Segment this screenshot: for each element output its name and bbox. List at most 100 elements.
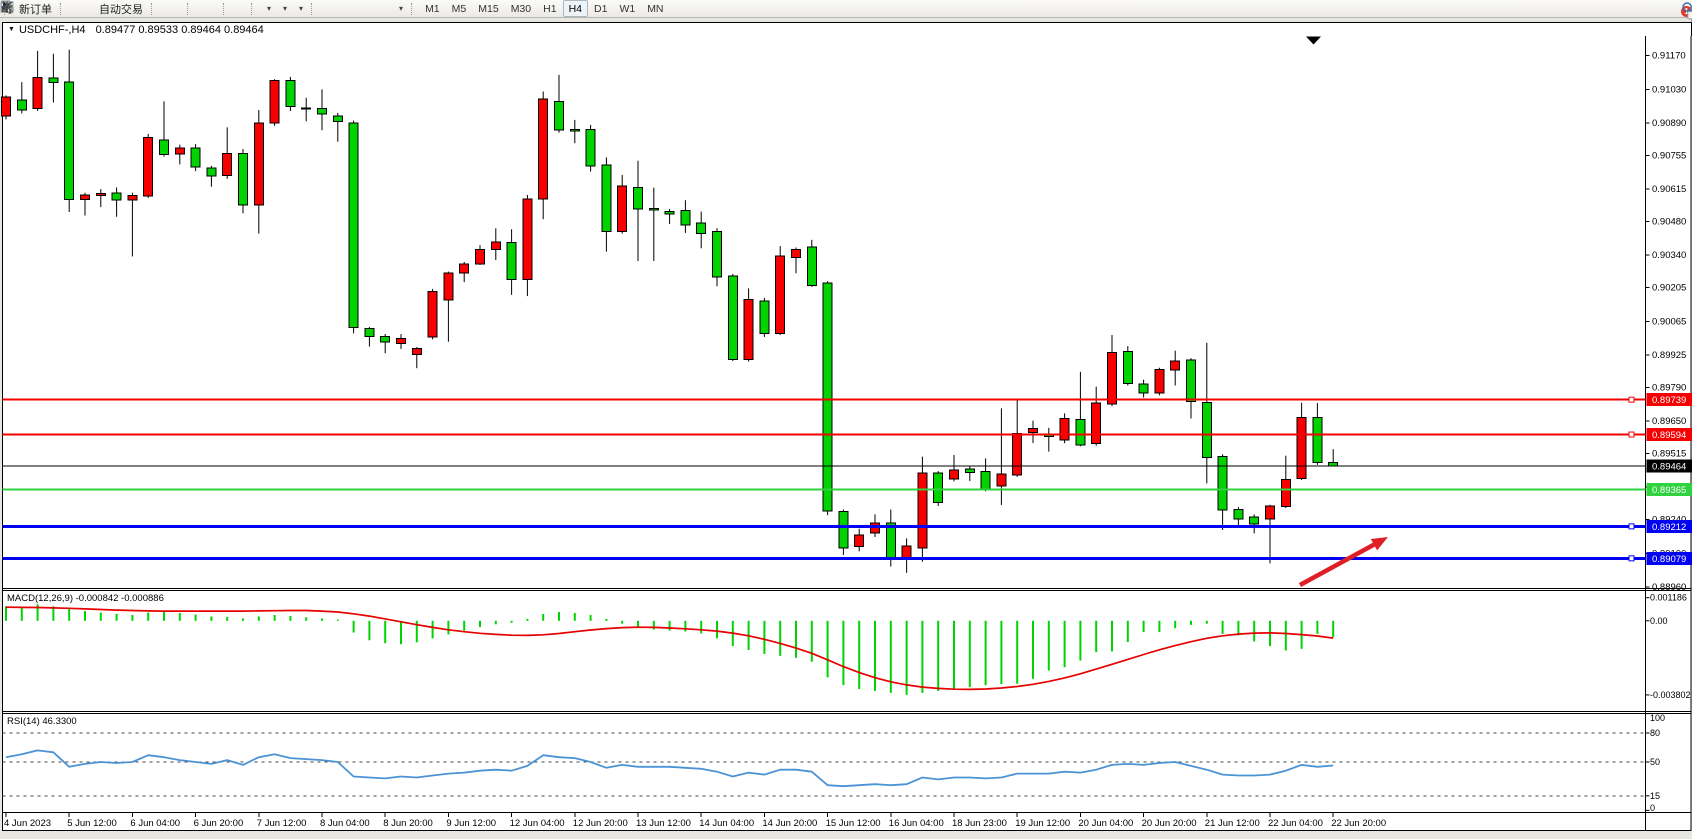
fibonacci-button[interactable]: F	[367, 0, 375, 17]
auto-trading-button[interactable]: 自动交易	[92, 0, 147, 17]
collapse-triangle-icon[interactable]: ▼	[8, 26, 15, 33]
price-tick-label: 0.90340	[1652, 250, 1686, 261]
zoom-out-button[interactable]	[203, 0, 211, 17]
candle	[586, 129, 595, 166]
candle	[333, 116, 342, 122]
rsi-axis-label: 80	[1650, 728, 1660, 738]
time-tick-label: 20 Jun 04:00	[1078, 818, 1133, 829]
timeframe-button-d1[interactable]: D1	[588, 0, 613, 17]
candle	[207, 168, 216, 176]
price-tick-label: 0.90615	[1652, 184, 1686, 195]
chart-area[interactable]: 0.911700.910300.908900.907550.906150.904…	[0, 0, 1692, 839]
macd-axis-label: 0.001186	[1650, 593, 1687, 603]
candle	[570, 129, 579, 131]
candle	[65, 82, 74, 199]
timeframe-button-mn[interactable]: MN	[641, 0, 669, 17]
candle	[144, 138, 153, 196]
channel-button[interactable]: E	[359, 0, 367, 17]
timeframe-button-m15[interactable]: M15	[472, 0, 504, 17]
timeframe-button-m1[interactable]: M1	[419, 0, 446, 17]
main-toolbar: 新订单自动交易▾▾▾EFAT▾M1M5M15M30H1H4D1W1MN1	[0, 0, 1692, 18]
line-handle[interactable]	[1629, 524, 1634, 529]
candle	[491, 242, 500, 250]
styles-button[interactable]	[68, 0, 76, 17]
label-button[interactable]: T	[383, 0, 391, 17]
time-tick-label: 22 Jun 04:00	[1268, 818, 1323, 829]
time-tick-label: 13 Jun 12:00	[636, 818, 691, 829]
trendline-button[interactable]	[351, 0, 359, 17]
candle	[934, 473, 943, 503]
candle	[1108, 353, 1117, 404]
auto-scroll-button[interactable]	[231, 0, 239, 17]
tile-windows-button[interactable]	[211, 0, 219, 17]
candle	[365, 328, 374, 336]
timeframe-button-w1[interactable]: W1	[613, 0, 641, 17]
chart-shift-button[interactable]	[239, 0, 247, 17]
time-tick-label: 12 Jun 20:00	[573, 818, 628, 829]
price-label-0.89594: 0.89594	[1652, 430, 1686, 441]
price-label-0.89739: 0.89739	[1652, 395, 1686, 406]
candle	[175, 148, 184, 154]
candle	[223, 153, 232, 175]
candle	[634, 188, 643, 209]
candle-chart-button[interactable]	[167, 0, 175, 17]
vline-button[interactable]	[335, 0, 343, 17]
zoom-in-button[interactable]	[195, 0, 203, 17]
candle	[476, 249, 485, 264]
line-handle[interactable]	[1629, 556, 1634, 561]
candle	[2, 97, 11, 116]
toolbar-separator	[251, 3, 256, 15]
candle	[17, 100, 26, 110]
toolbar-button-label: 自动交易	[99, 1, 143, 17]
text-button[interactable]: A	[375, 0, 383, 17]
candle	[81, 195, 90, 199]
chart-title-bar[interactable]: ▼ USDCHF-,H4 0.89477 0.89533 0.89464 0.8…	[2, 22, 1692, 36]
indicators-button[interactable]: ▾	[291, 0, 307, 17]
new-order-button[interactable]: 新订单	[12, 0, 56, 17]
chevron-down-icon[interactable]: ▾	[283, 4, 287, 13]
line-handle[interactable]	[1629, 432, 1634, 437]
candle	[1218, 457, 1227, 510]
candle	[286, 81, 295, 107]
timeframe-button-h1[interactable]: H1	[537, 0, 562, 17]
candle	[776, 256, 785, 333]
candle	[697, 223, 706, 234]
time-tick-label: 5 Jun 12:00	[67, 818, 117, 829]
chevron-down-icon[interactable]: ▾	[399, 4, 403, 13]
candle	[649, 208, 658, 210]
chart-symbol-period: USDCHF-,H4	[19, 24, 86, 36]
candle	[1139, 384, 1148, 393]
time-tick-label: 22 Jun 20:00	[1331, 818, 1386, 829]
candle	[96, 194, 105, 196]
price-tick-label: 0.89515	[1652, 449, 1686, 460]
candle	[302, 108, 311, 109]
shapes-button[interactable]: ▾	[391, 0, 407, 17]
publish-button[interactable]	[76, 0, 84, 17]
macd-label: MACD(12,26,9) -0.000842 -0.000886	[7, 593, 164, 604]
timeframe-button-m30[interactable]: M30	[505, 0, 537, 17]
periods-button[interactable]: ▾	[275, 0, 291, 17]
candle	[792, 249, 801, 257]
timeframe-button-h4[interactable]: H4	[563, 0, 588, 17]
timeframe-button-m5[interactable]: M5	[446, 0, 473, 17]
hline-button[interactable]	[343, 0, 351, 17]
price-tick-label: 0.89790	[1652, 382, 1686, 393]
cursor-button[interactable]	[319, 0, 327, 17]
candle	[1187, 360, 1196, 402]
line-handle[interactable]	[1629, 397, 1634, 402]
templates-button[interactable]: ▾	[259, 0, 275, 17]
crosshair-button[interactable]	[327, 0, 335, 17]
signals-button[interactable]	[84, 0, 92, 17]
candle	[713, 232, 722, 277]
chevron-down-icon[interactable]: ▾	[299, 4, 303, 13]
candle	[744, 299, 753, 359]
line-chart-button[interactable]	[175, 0, 183, 17]
chevron-down-icon[interactable]: ▾	[267, 4, 271, 13]
bar-chart-button[interactable]	[159, 0, 167, 17]
candle	[239, 153, 248, 205]
time-tick-label: 6 Jun 04:00	[130, 818, 180, 829]
candle	[539, 99, 548, 199]
toolbar-separator	[311, 3, 316, 15]
time-tick-label: 7 Jun 12:00	[257, 818, 307, 829]
candle	[349, 123, 358, 328]
